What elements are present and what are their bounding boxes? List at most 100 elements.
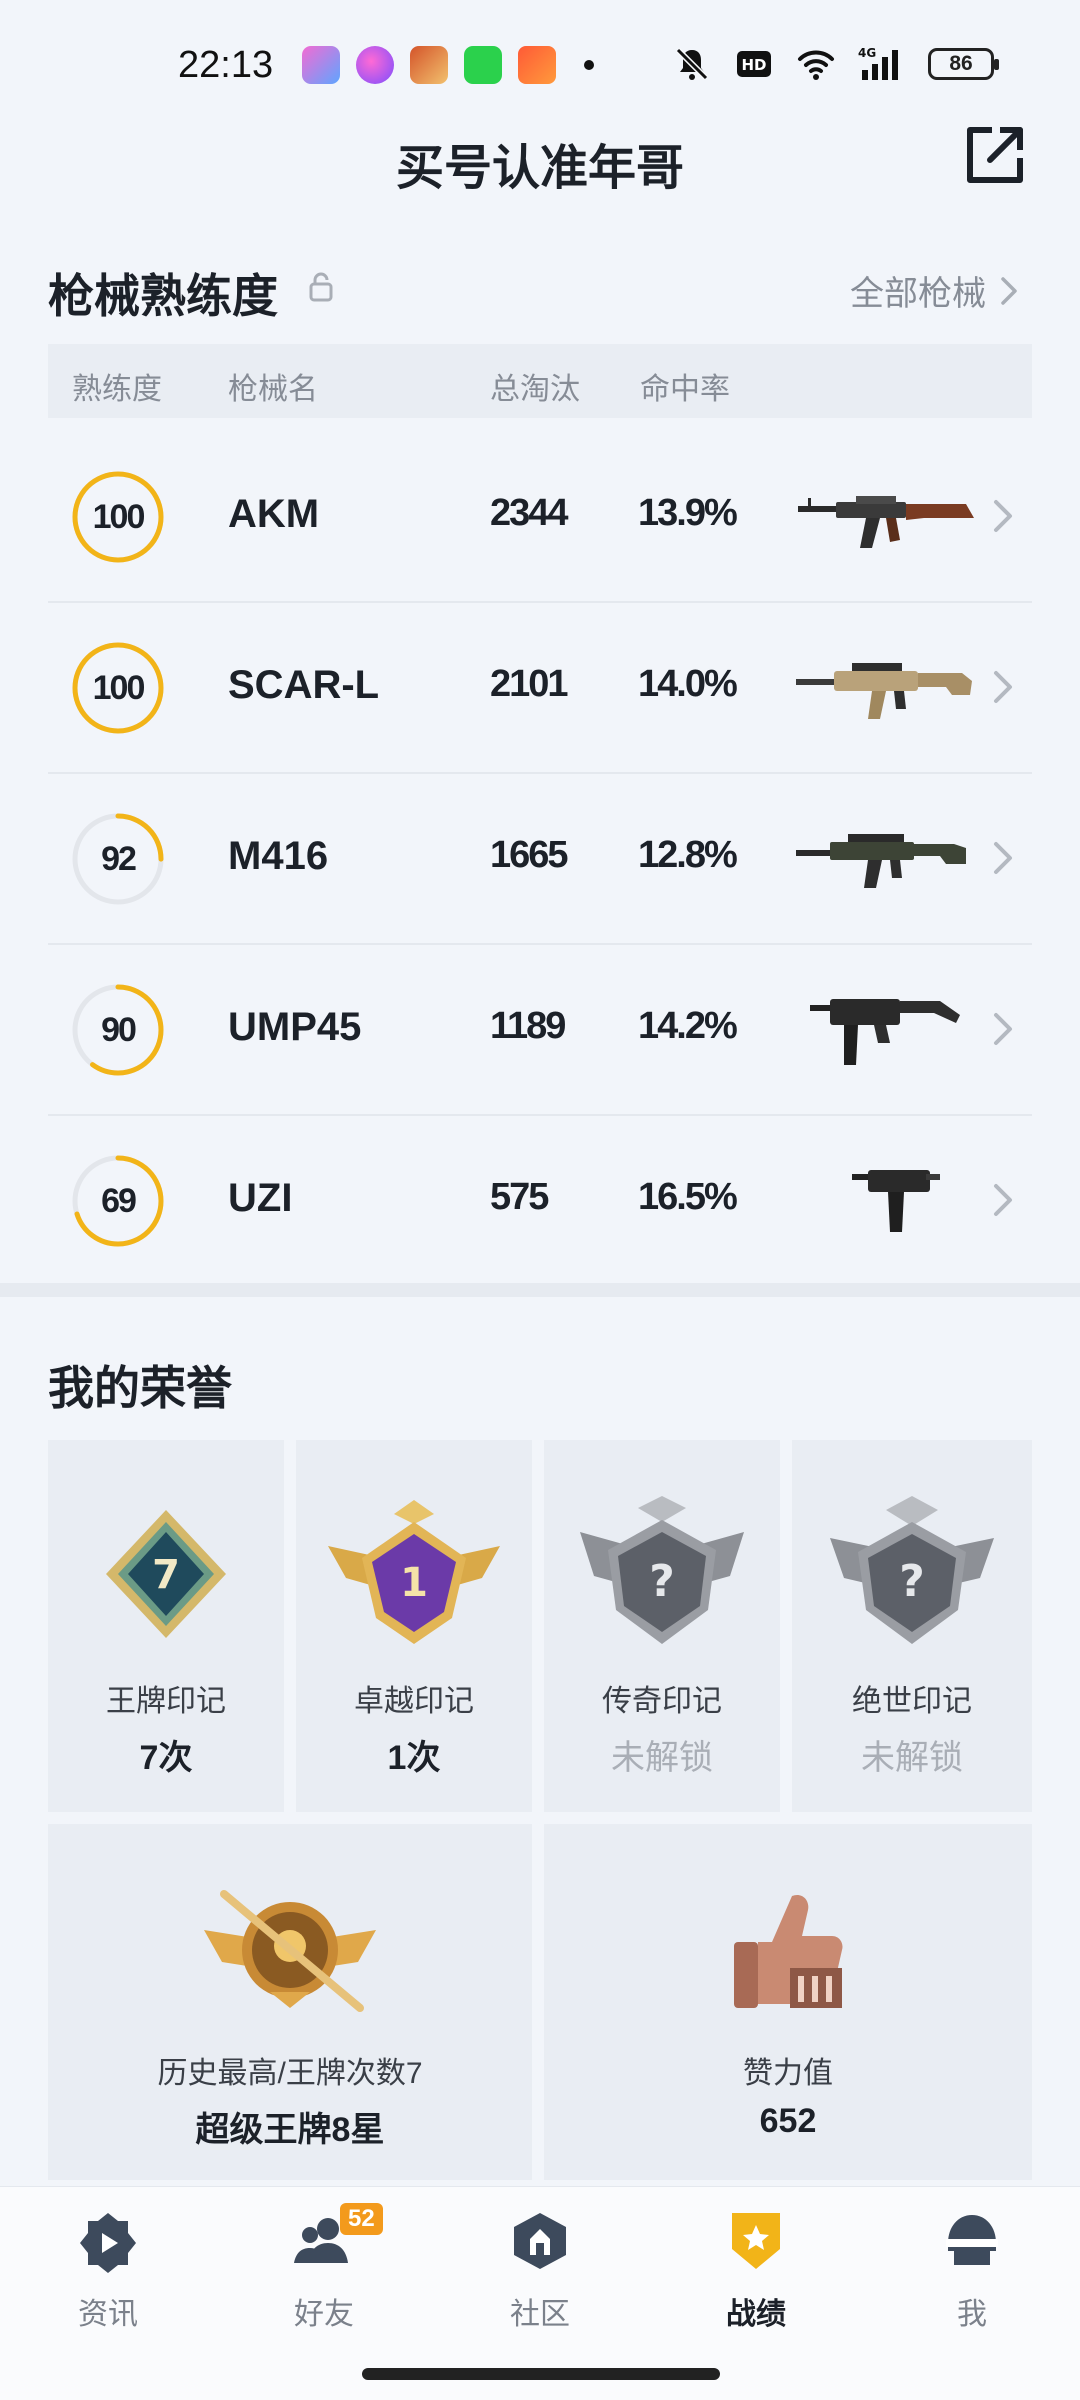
- peerless-mark-locked-badge-icon: ?: [830, 1496, 994, 1644]
- weapon-hit-rate: 13.9%: [638, 492, 738, 534]
- honor-value-locked: 未解锁: [861, 1739, 963, 1777]
- nav-label: 战绩: [726, 2298, 786, 2331]
- thumbs-up-icon: [734, 1894, 843, 2008]
- weapon-row-uzi[interactable]: 69 UZI 575 16.5%: [48, 1116, 1032, 1287]
- proficiency-level: 90: [101, 1011, 137, 1049]
- news-icon: [80, 2213, 136, 2273]
- column-total-kills: 总淘汰: [490, 373, 580, 406]
- section-divider: [0, 1283, 1080, 1297]
- hd-icon: HD: [737, 51, 771, 77]
- proficiency-level: 92: [101, 840, 137, 878]
- honor-value: 1次: [387, 1739, 441, 1777]
- nav-label: 社区: [510, 2298, 570, 2331]
- excellence-mark-card[interactable]: 1 卓越印记 1次: [296, 1440, 532, 1812]
- honor-label: 绝世印记: [852, 1685, 972, 1718]
- nav-label: 资讯: [78, 2298, 138, 2331]
- highest-tier-value: 超级王牌8星: [195, 2111, 385, 2149]
- praise-label: 赞力值: [743, 2057, 833, 2090]
- weapon-hit-rate: 14.0%: [638, 663, 738, 705]
- proficiency-level: 100: [92, 498, 146, 536]
- ump45-smg-icon: [810, 999, 960, 1065]
- game-notification-icon: [410, 46, 448, 84]
- nav-community[interactable]: 社区: [460, 2209, 620, 2333]
- weapon-kills: 1189: [490, 1005, 566, 1047]
- nav-profile[interactable]: 我: [892, 2209, 1052, 2333]
- weapon-name: UMP45: [228, 1005, 362, 1049]
- scar-rifle-icon: [796, 663, 972, 719]
- weapon-row-akm[interactable]: 100 AKM 2344 13.9%: [48, 432, 1032, 603]
- weapon-proficiency-heading: 枪械熟练度: [48, 270, 278, 322]
- svg-text:7: 7: [152, 1552, 180, 1598]
- svg-text:?: ?: [649, 1556, 675, 1607]
- honor-label: 王牌印记: [106, 1685, 226, 1718]
- ace-mark-card[interactable]: 7 王牌印记 7次: [48, 1440, 284, 1812]
- honor-value-locked: 未解锁: [611, 1739, 713, 1777]
- excellence-mark-badge-icon: 1: [328, 1500, 500, 1644]
- highest-tier-card[interactable]: 历史最高/王牌次数7 超级王牌8星: [48, 1824, 532, 2180]
- profile-icon: [946, 2215, 998, 2265]
- proficiency-level: 100: [92, 669, 146, 707]
- nav-label: 好友: [294, 2298, 354, 2331]
- proficiency-level: 69: [101, 1182, 137, 1220]
- praise-value: 652: [759, 2102, 817, 2140]
- m416-rifle-icon: [796, 834, 966, 888]
- weapon-hit-rate: 14.2%: [638, 1005, 738, 1047]
- all-weapons-label: 全部枪械: [850, 275, 986, 313]
- chevron-right-icon: [1001, 276, 1017, 305]
- weapon-hit-rate: 16.5%: [638, 1176, 738, 1218]
- battery-level: 86: [949, 52, 973, 75]
- legend-mark-card[interactable]: ? 传奇印记 未解锁: [544, 1440, 780, 1812]
- share-icon[interactable]: [962, 122, 1028, 188]
- svg-text:?: ?: [899, 1556, 925, 1607]
- weapon-row-scar-l[interactable]: 100 SCAR-L 2101 14.0%: [48, 603, 1032, 774]
- chevron-right-icon: [994, 842, 1012, 874]
- chevron-right-icon: [994, 1013, 1012, 1045]
- nav-record[interactable]: 战绩: [676, 2209, 836, 2333]
- status-bar: 22:13 HD 4G 86: [0, 0, 1080, 130]
- game-controller-notification-icon: [518, 46, 556, 84]
- record-icon: [732, 2213, 780, 2269]
- honor-label: 传奇印记: [602, 1685, 722, 1718]
- nav-news[interactable]: 资讯: [28, 2209, 188, 2333]
- highest-tier-label: 历史最高/王牌次数7: [157, 2057, 423, 2090]
- weapon-row-ump45[interactable]: 90 UMP45 1189 14.2%: [48, 945, 1032, 1116]
- status-time: 22:13: [178, 44, 274, 86]
- notification-icons: [302, 46, 594, 84]
- more-notifications-icon: [584, 60, 594, 70]
- weapon-kills: 2101: [490, 663, 569, 705]
- lock-icon[interactable]: [306, 270, 336, 304]
- ace-mark-badge-icon: 7: [106, 1510, 226, 1638]
- nav-label: 我: [957, 2298, 987, 2331]
- app-notification-icon: [302, 46, 340, 84]
- super-ace-tier-icon: [204, 1890, 376, 2012]
- legend-mark-locked-badge-icon: ?: [580, 1496, 744, 1644]
- uzi-smg-icon: [852, 1170, 940, 1232]
- honors-heading: 我的荣誉: [48, 1362, 232, 1414]
- battery-indicator: 86: [928, 48, 999, 80]
- app-notification-icon: [356, 46, 394, 84]
- column-weapon-name: 枪械名: [228, 373, 318, 406]
- wifi-icon: [798, 50, 834, 80]
- title-bar: 买号认准年哥: [0, 118, 1080, 198]
- community-icon: [514, 2213, 566, 2269]
- signal-4g-icon: 4G: [858, 46, 898, 80]
- svg-text:HD: HD: [741, 56, 766, 74]
- weapon-list: 100 AKM 2344 13.9% 100 SCAR-L 2101 14.0%: [48, 432, 1032, 1287]
- home-indicator[interactable]: [362, 2368, 720, 2380]
- weapon-row-m416[interactable]: 92 M416 1665 12.8%: [48, 774, 1032, 945]
- praise-value-card[interactable]: 赞力值 652: [544, 1824, 1032, 2180]
- chevron-right-icon: [994, 671, 1012, 703]
- weapon-name: SCAR-L: [228, 663, 380, 707]
- friends-unread-badge: 52: [340, 2203, 383, 2235]
- akm-rifle-icon: [798, 496, 974, 548]
- weapon-table-header: 熟练度 枪械名 总淘汰 命中率: [48, 344, 1032, 418]
- column-hit-rate: 命中率: [640, 373, 730, 406]
- weapon-name: M416: [228, 834, 329, 878]
- weapon-kills: 1665: [490, 834, 569, 876]
- chevron-right-icon: [994, 1184, 1012, 1216]
- all-weapons-link[interactable]: 全部枪械: [850, 266, 1018, 315]
- honor-value: 7次: [139, 1739, 193, 1777]
- nav-friends[interactable]: 52 好友: [244, 2203, 404, 2333]
- page-title: 买号认准年哥: [395, 142, 684, 195]
- peerless-mark-card[interactable]: ? 绝世印记 未解锁: [792, 1440, 1032, 1812]
